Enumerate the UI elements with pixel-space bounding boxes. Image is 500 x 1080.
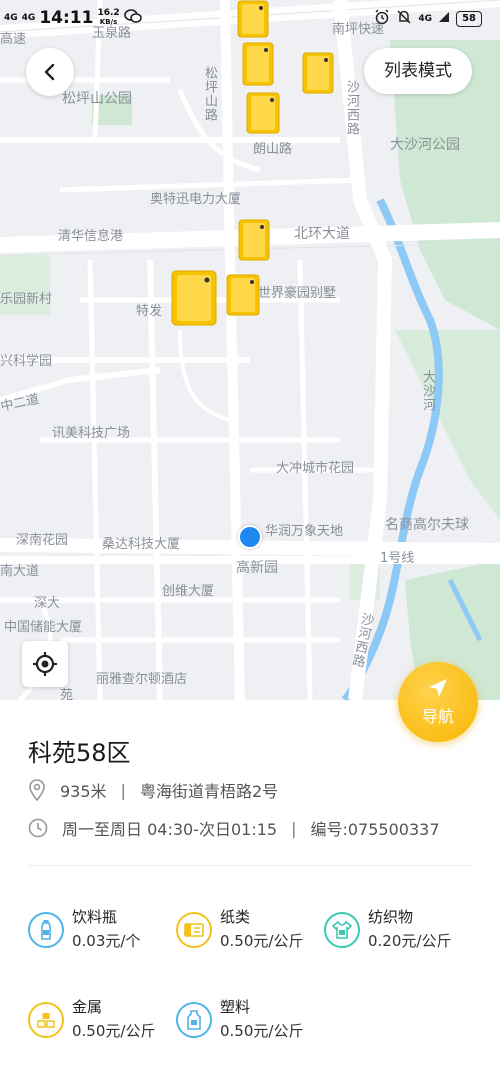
separator: | (120, 780, 126, 800)
navigate-label: 导航 (421, 707, 454, 726)
locate-me-button[interactable] (22, 641, 68, 687)
map-label-yuan-xincheng: 乐园新村 (0, 292, 53, 307)
recycle-item-plastic: 塑料 0.50元/公斤 (176, 996, 303, 1042)
item-name: 金属 (72, 998, 103, 1016)
map-label-beihuan: 北环大道 (294, 226, 350, 242)
map-view[interactable]: 南坪快速 玉泉路 高速 松坪山公园 松坪山路 沙河西路 朗山路 大沙河公园 奥特… (0, 0, 500, 700)
map-label-chuangwei: 创维大厦 (162, 584, 215, 599)
divider (28, 865, 472, 866)
navigate-button[interactable]: 导航 (398, 662, 478, 742)
item-price: 0.50元/公斤 (220, 1022, 304, 1040)
item-price: 0.50元/公斤 (220, 932, 304, 950)
net-type: 4G (418, 13, 433, 24)
net-speed-unit: KB/s (99, 18, 118, 26)
status-time: 14:11 (39, 8, 94, 28)
item-name: 纺织物 (368, 908, 414, 926)
map-label-songpingshan-road: 松坪山路 (202, 66, 217, 122)
net-speed: 16.2 KB/s (97, 9, 119, 27)
station-hours-row: 周一至周日 04:30-次日01:15 | 编号:075500337 (28, 816, 440, 840)
recycle-bin-marker[interactable] (226, 274, 260, 320)
item-price: 0.20元/公斤 (368, 932, 452, 950)
map-label-mingshang: 名商高尔夫球 (385, 517, 469, 533)
chevron-left-icon (44, 63, 55, 81)
map-label-langshan: 朗山路 (253, 142, 293, 157)
crosshair-icon (33, 652, 57, 676)
paper-icon (176, 912, 212, 948)
plastic-icon (176, 1002, 212, 1038)
net-speed-value: 16.2 (97, 8, 120, 18)
station-location-row: 935米 | 粤海街道青梧路2号 (28, 778, 278, 802)
recycle-item-metal: 金属 0.50元/公斤 (28, 996, 155, 1042)
map-label-tefa: 特发 (136, 304, 163, 319)
item-name: 纸类 (220, 908, 251, 926)
signal-bars-icon (438, 11, 450, 27)
recycle-bin-marker-selected[interactable] (171, 270, 217, 330)
user-location-dot (238, 525, 262, 549)
map-label-qinghua: 清华信息港 (58, 229, 124, 244)
map-label-dachong: 大冲城市花园 (276, 461, 355, 476)
station-info-panel: 科苑58区 935米 | 粤海街道青梧路2号 周一至周日 04:30-次日01:… (0, 700, 500, 1080)
item-price: 0.03元/个 (72, 932, 141, 950)
station-name: 科苑58区 (28, 739, 131, 767)
list-mode-button[interactable]: 列表模式 (364, 48, 472, 94)
recycle-bin-marker[interactable] (302, 52, 334, 98)
map-label-dashahe-park: 大沙河公园 (390, 137, 460, 153)
map-label-shijie: 世界豪园别墅 (258, 286, 337, 301)
signal-1: 4G (4, 12, 18, 23)
map-label-nandadao: 南大道 (0, 564, 40, 579)
item-name: 塑料 (220, 998, 251, 1016)
alarm-icon (374, 9, 390, 29)
battery-indicator: 58 (456, 11, 482, 27)
location-pin-icon (28, 779, 46, 801)
map-label-xunmei: 讯美科技广场 (52, 426, 131, 441)
map-label-shennan-garden: 深南花园 (16, 533, 69, 548)
item-name: 饮料瓶 (72, 908, 118, 926)
navigation-arrow-icon (429, 679, 447, 697)
status-bar: 4G 4G 14:11 16.2 KB/s 4G 58 (0, 0, 500, 36)
map-label-xingkexue: 兴科学园 (0, 354, 53, 369)
bottle-icon (28, 912, 64, 948)
map-label-ritz: 丽雅查尔顿酒店 (96, 672, 188, 687)
map-label-zhongguo-chuneng: 中国储能大厦 (4, 620, 83, 635)
map-label-gaoxinyuan: 高新园 (236, 560, 278, 576)
wechat-icon (123, 8, 142, 28)
recycle-item-paper: 纸类 0.50元/公斤 (176, 906, 303, 952)
map-label-sangda: 桑达科技大厦 (102, 537, 181, 552)
map-label-songpingshan-park: 松坪山公园 (62, 91, 132, 107)
textile-icon (324, 912, 360, 948)
recycle-bin-marker[interactable] (246, 92, 280, 138)
station-distance: 935米 (60, 782, 107, 801)
mute-bell-icon (396, 9, 412, 29)
recycle-bin-marker[interactable] (238, 219, 270, 265)
map-label-shahe-west: 沙河西路 (344, 80, 359, 136)
map-label-huarun: 华润万象天地 (265, 524, 344, 539)
map-label-shenda: 深大 (34, 596, 61, 611)
station-address: 粤海街道青梧路2号 (139, 782, 279, 801)
recycle-item-bottle: 饮料瓶 0.03元/个 (28, 906, 140, 952)
item-price: 0.50元/公斤 (72, 1022, 156, 1040)
recycle-item-textile: 纺织物 0.20元/公斤 (324, 906, 451, 952)
recycle-bin-marker[interactable] (242, 42, 274, 90)
map-label-line1: 1号线 (380, 551, 415, 566)
map-label-aotexun: 奥特迅电力大厦 (150, 192, 242, 207)
station-code: 编号:075500337 (310, 820, 440, 839)
clock-icon (28, 818, 48, 838)
separator: | (291, 818, 297, 838)
metal-icon (28, 1002, 64, 1038)
signal-2: 4G (21, 12, 36, 23)
map-label-dashahe: 大沙河 (420, 370, 435, 412)
back-button[interactable] (26, 48, 74, 96)
station-hours: 周一至周日 04:30-次日01:15 (62, 820, 278, 839)
